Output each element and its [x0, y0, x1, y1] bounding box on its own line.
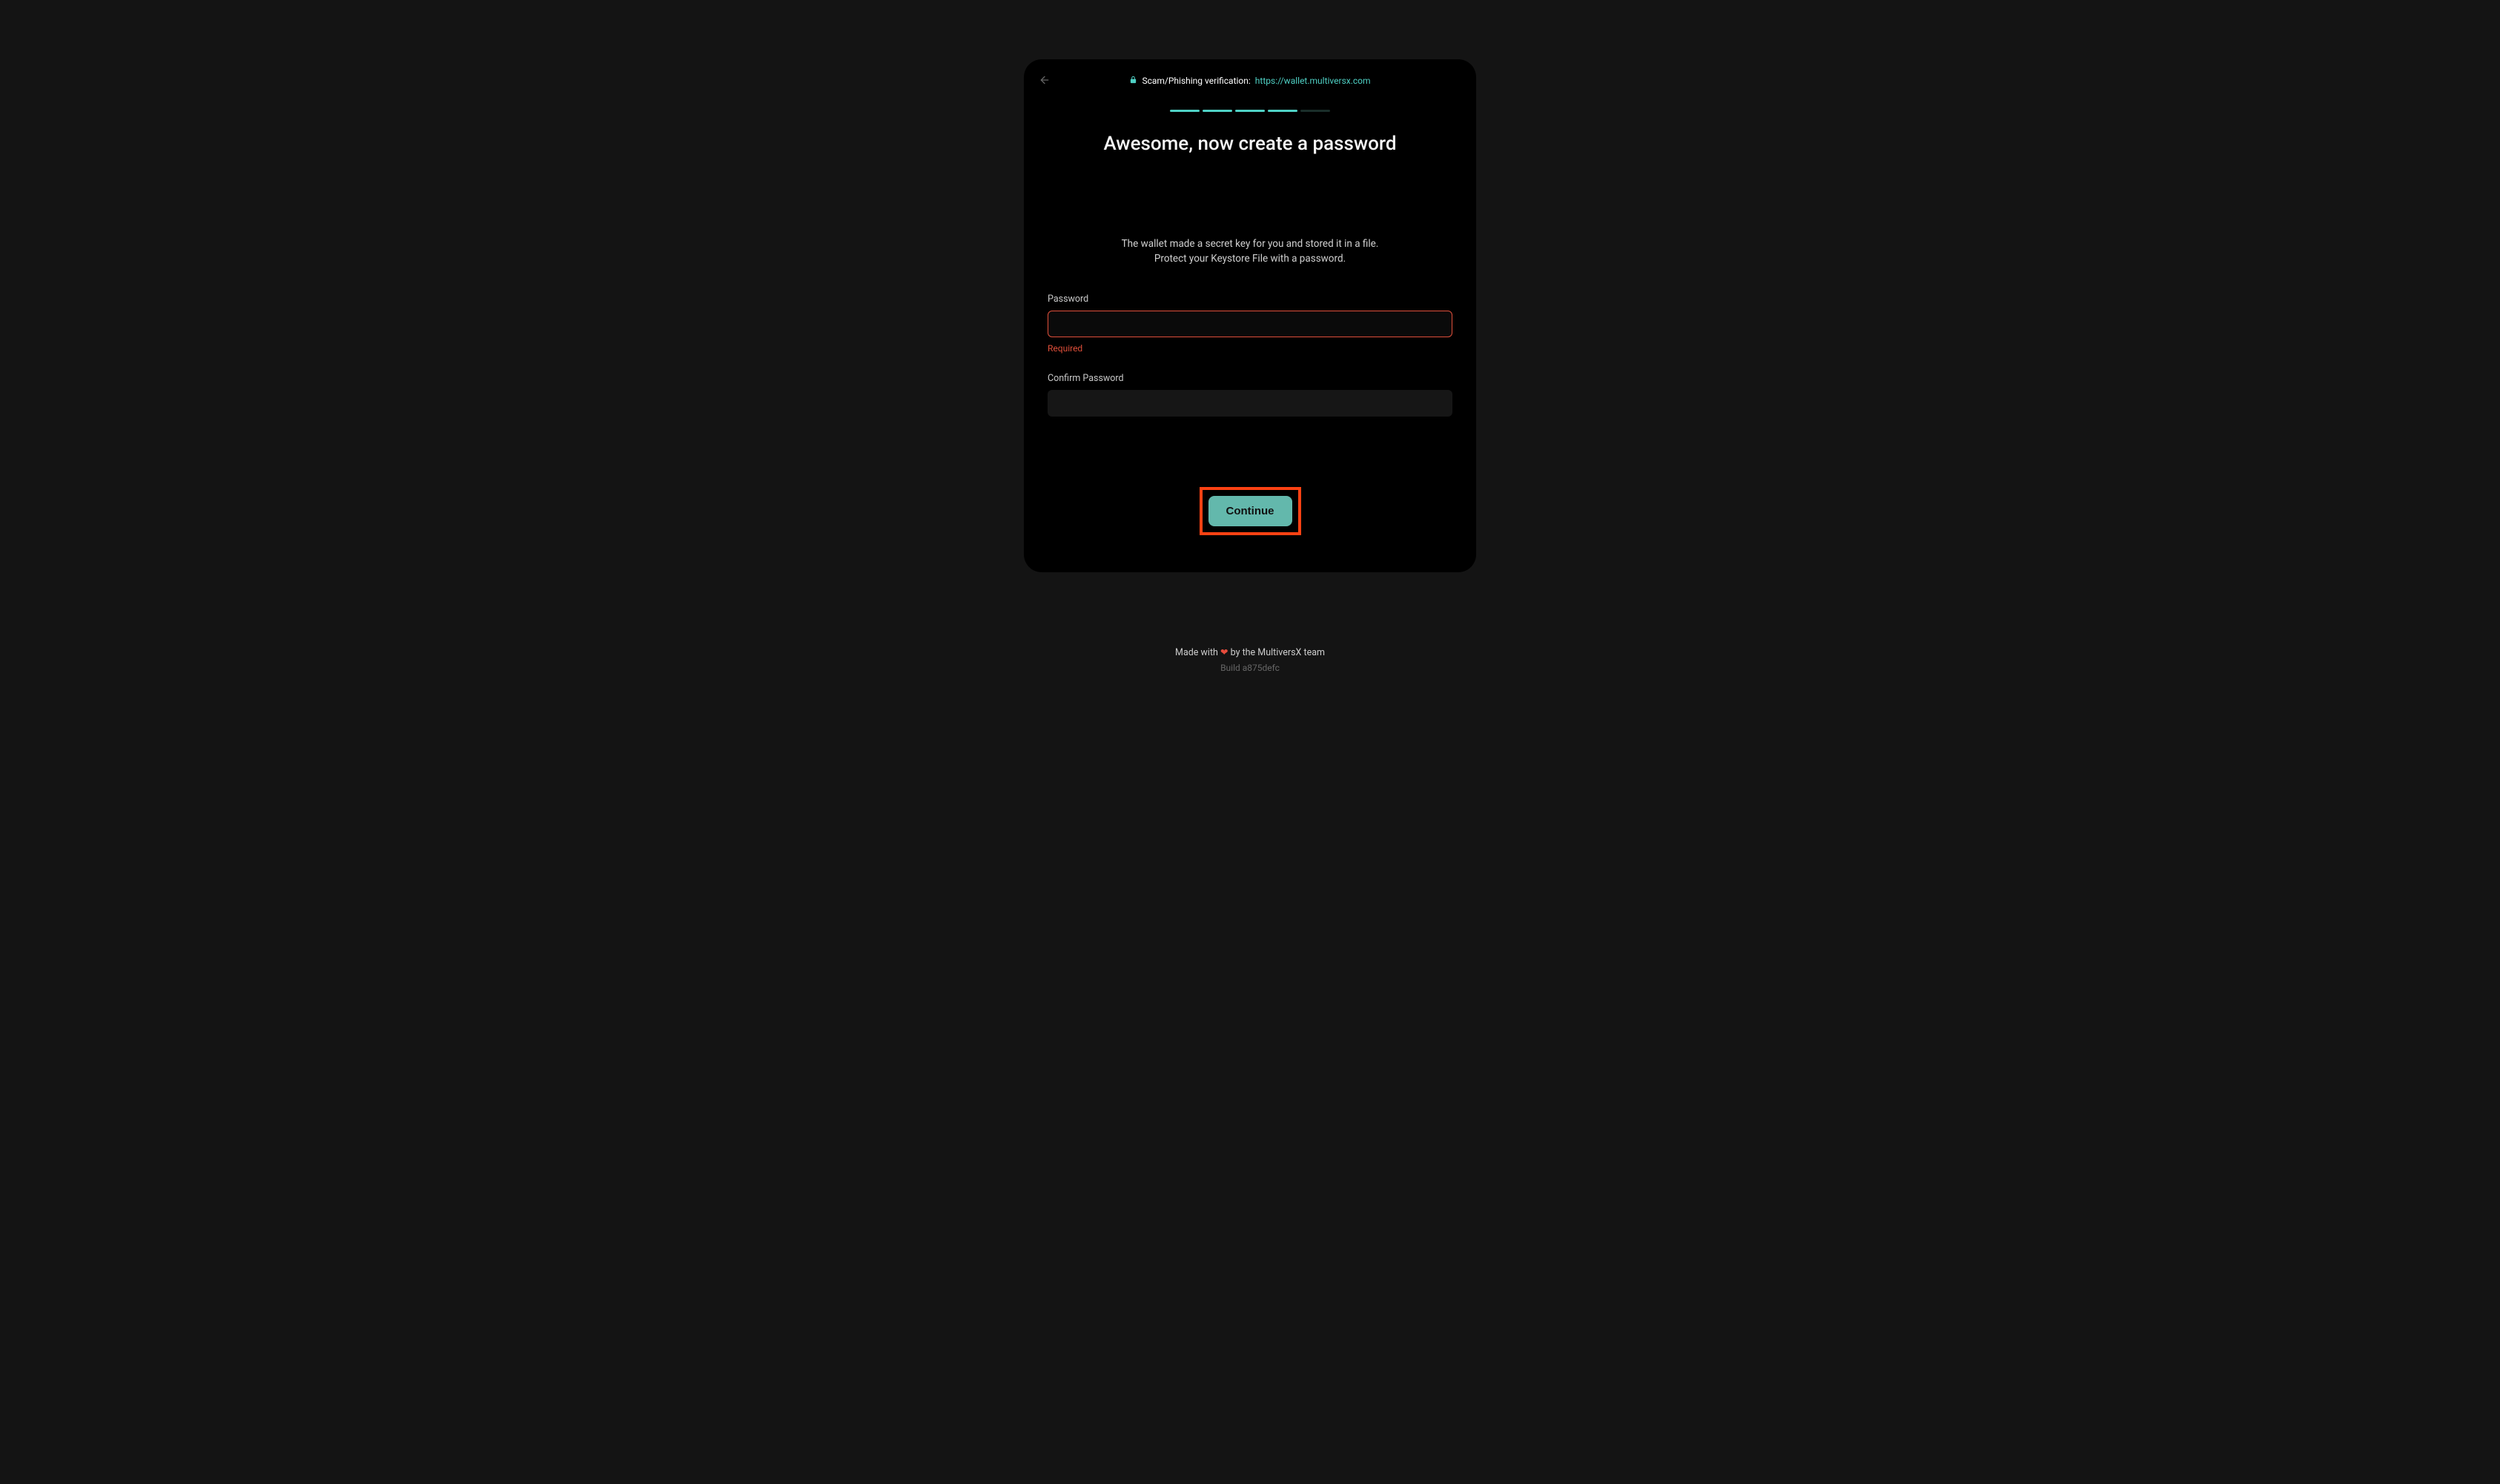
description: The wallet made a secret key for you and… — [1048, 236, 1452, 267]
password-error: Required — [1048, 343, 1452, 354]
heart-icon: ❤ — [1220, 647, 1228, 658]
confirm-password-input[interactable] — [1048, 390, 1452, 417]
footer: Made with ❤ by the MultiversX team Build… — [1175, 646, 1325, 673]
description-line-1: The wallet made a secret key for you and… — [1122, 238, 1379, 250]
lock-icon — [1129, 76, 1137, 86]
description-line-2: Protect your Keystore File with a passwo… — [1154, 253, 1346, 265]
footer-suffix: by the MultiversX team — [1228, 647, 1325, 658]
continue-wrapper: Continue — [1048, 487, 1452, 535]
footer-build: Build a875defc — [1175, 663, 1325, 673]
password-label: Password — [1048, 294, 1452, 305]
progress-segment-5 — [1300, 110, 1330, 112]
page-title: Awesome, now create a password — [1048, 133, 1452, 155]
progress-segment-1 — [1170, 110, 1200, 112]
password-card: Scam/Phishing verification: https://wall… — [1024, 59, 1476, 572]
progress-segment-4 — [1268, 110, 1297, 112]
continue-button[interactable]: Continue — [1208, 496, 1292, 526]
footer-prefix: Made with — [1175, 647, 1220, 658]
verification-label: Scam/Phishing verification: — [1142, 76, 1250, 86]
password-input[interactable] — [1048, 311, 1452, 337]
footer-credits: Made with ❤ by the MultiversX team — [1175, 646, 1325, 658]
arrow-left-icon — [1039, 74, 1051, 86]
progress-bar — [1048, 110, 1452, 112]
verification-url: https://wallet.multiversx.com — [1255, 76, 1371, 86]
phishing-verification: Scam/Phishing verification: https://wall… — [1048, 76, 1452, 86]
confirm-password-label: Confirm Password — [1048, 373, 1452, 384]
back-button[interactable] — [1036, 71, 1054, 89]
password-group: Password Required — [1048, 294, 1452, 354]
progress-segment-3 — [1235, 110, 1265, 112]
confirm-password-group: Confirm Password — [1048, 373, 1452, 417]
progress-segment-2 — [1203, 110, 1232, 112]
highlight-box: Continue — [1200, 487, 1301, 535]
